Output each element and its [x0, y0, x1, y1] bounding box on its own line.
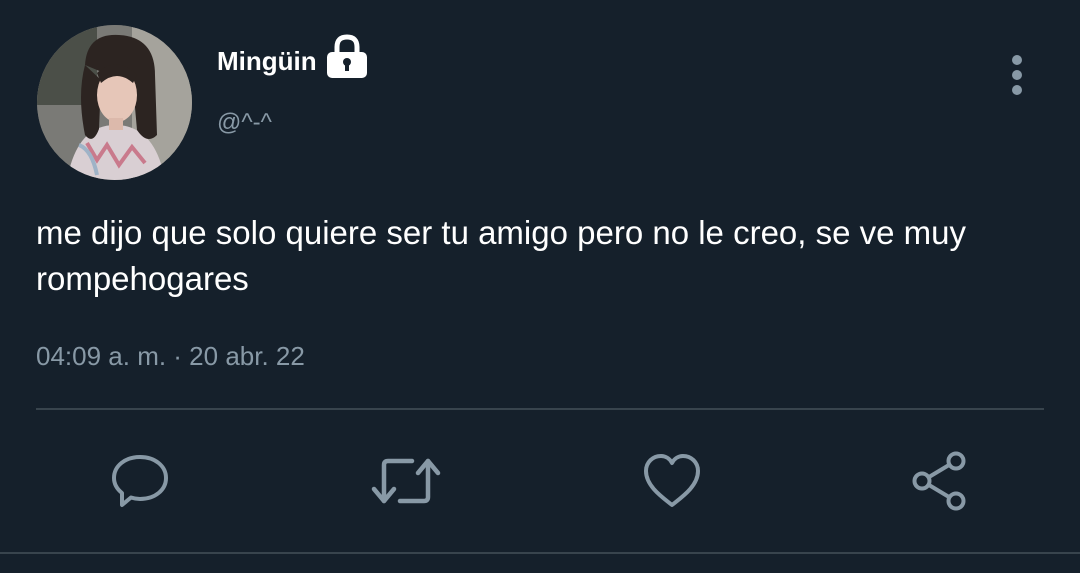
like-button[interactable]	[636, 445, 708, 517]
username-handle[interactable]: @^-^	[217, 108, 272, 138]
reply-icon	[112, 455, 168, 507]
more-options-button[interactable]	[1000, 54, 1034, 96]
tweet-timestamp[interactable]: 04:09 a. m. · 20 abr. 22	[36, 340, 305, 372]
profile-photo	[37, 25, 192, 180]
author-name-row: Mingüin	[217, 34, 368, 80]
lock-icon	[326, 34, 367, 78]
share-icon	[912, 451, 966, 511]
heart-icon	[644, 454, 700, 507]
tweet-text: me dijo que solo quiere ser tu amigo per…	[36, 214, 966, 297]
more-vertical-icon	[1012, 55, 1022, 95]
retweet-icon	[371, 458, 441, 504]
reply-button[interactable]	[104, 445, 176, 517]
divider	[36, 408, 1044, 410]
avatar[interactable]	[37, 25, 192, 180]
action-bar	[0, 445, 1080, 517]
tweet-detail: Mingüin @^-^ me dijo que solo quiere ser…	[0, 0, 1080, 573]
retweet-button[interactable]	[370, 445, 442, 517]
divider	[0, 552, 1080, 554]
display-name[interactable]: Mingüin	[217, 45, 317, 77]
share-button[interactable]	[904, 445, 976, 517]
